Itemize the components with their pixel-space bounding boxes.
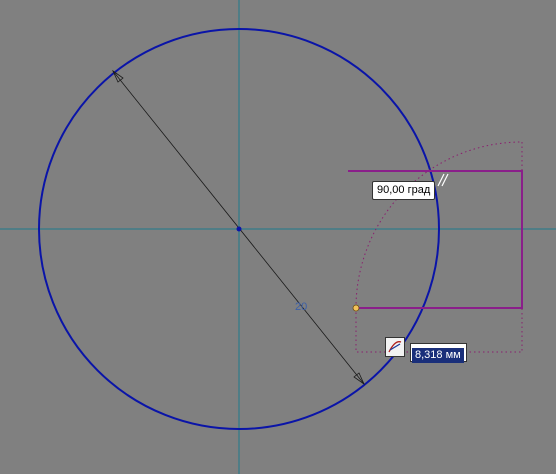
sketch-point-icon[interactable] (352, 304, 360, 312)
sketch-canvas[interactable]: 20 (0, 0, 556, 474)
tangent-constraint-icon (388, 341, 402, 353)
circle-center-point (236, 226, 242, 232)
angle-dimension-tooltip: 90,00 град (372, 181, 436, 200)
length-input-value[interactable]: 8,318 мм (412, 348, 464, 363)
parallel-constraint-icon (437, 173, 449, 187)
diameter-dimension-text[interactable]: 20 (295, 301, 307, 313)
tangent-constraint-toggle-button[interactable] (385, 337, 405, 357)
length-input-field[interactable]: 8,318 мм (410, 343, 467, 363)
